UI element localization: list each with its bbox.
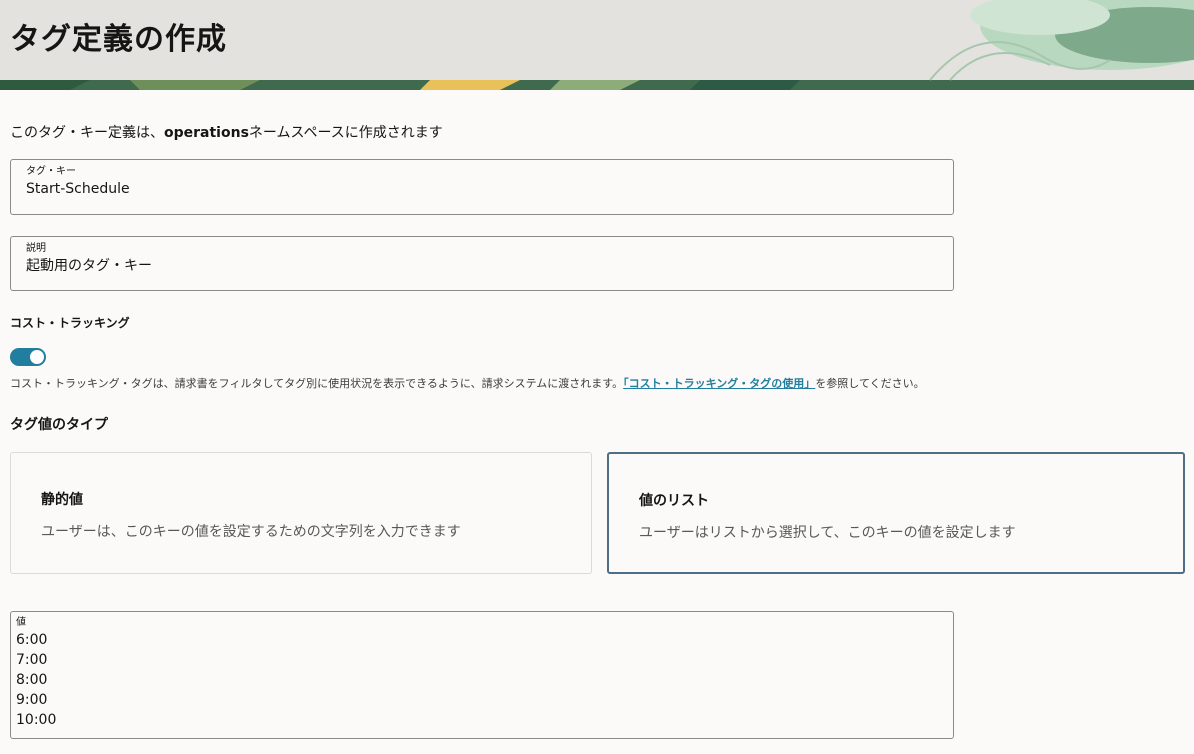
page-title: タグ定義の作成 [10, 22, 227, 57]
values-label: 値 [16, 617, 26, 628]
page-header: タグ定義の作成 [0, 0, 1194, 90]
cost-tracking-help: コスト・トラッキング・タグは、請求書をフィルタしてタグ別に使用状況を表示できるよ… [10, 376, 950, 391]
tag-key-label: タグ・キー [26, 166, 76, 177]
help-suffix: を参照してください。 [815, 377, 925, 390]
static-value-option[interactable]: 静的値 ユーザーは、このキーの値を設定するための文字列を入力できます [10, 452, 592, 574]
value-line: 10:00 [16, 712, 57, 728]
value-line: 8:00 [16, 672, 48, 688]
cost-tracking-toggle[interactable] [10, 348, 46, 366]
value-line: 7:00 [16, 652, 48, 668]
intro-prefix: このタグ・キー定義は、 [10, 125, 164, 141]
namespace-intro: このタグ・キー定義は、operationsネームスペースに作成されます [10, 122, 443, 142]
value-list-option[interactable]: 値のリスト ユーザーはリストから選択して、このキーの値を設定します [607, 452, 1185, 574]
description-label: 説明 [26, 243, 46, 254]
namespace-name: operations [164, 125, 249, 141]
option-title: 値のリスト [639, 493, 709, 509]
value-line: 9:00 [16, 692, 48, 708]
intro-suffix: ネームスペースに作成されます [248, 125, 443, 141]
toggle-knob [30, 350, 44, 364]
tag-key-input[interactable]: Start-Schedule [26, 179, 938, 199]
value-type-label: タグ値のタイプ [10, 417, 108, 433]
option-title: 静的値 [41, 492, 83, 508]
description-input[interactable]: 起動用のタグ・キー [26, 256, 938, 276]
tag-key-field[interactable]: タグ・キー Start-Schedule [10, 159, 954, 215]
cost-tracking-docs-link[interactable]: 「コスト・トラッキング・タグの使用」 [623, 377, 815, 390]
description-field[interactable]: 説明 起動用のタグ・キー [10, 236, 954, 291]
help-text: コスト・トラッキング・タグは、請求書をフィルタしてタグ別に使用状況を表示できるよ… [10, 377, 624, 390]
cost-tracking-label: コスト・トラッキング [10, 316, 130, 330]
value-line: 6:00 [16, 632, 48, 648]
option-desc: ユーザーは、このキーの値を設定するための文字列を入力できます [41, 524, 461, 540]
values-textarea[interactable]: 値 6:00 7:00 8:00 9:00 10:00 [10, 611, 954, 739]
option-desc: ユーザーはリストから選択して、このキーの値を設定します [639, 525, 1016, 541]
